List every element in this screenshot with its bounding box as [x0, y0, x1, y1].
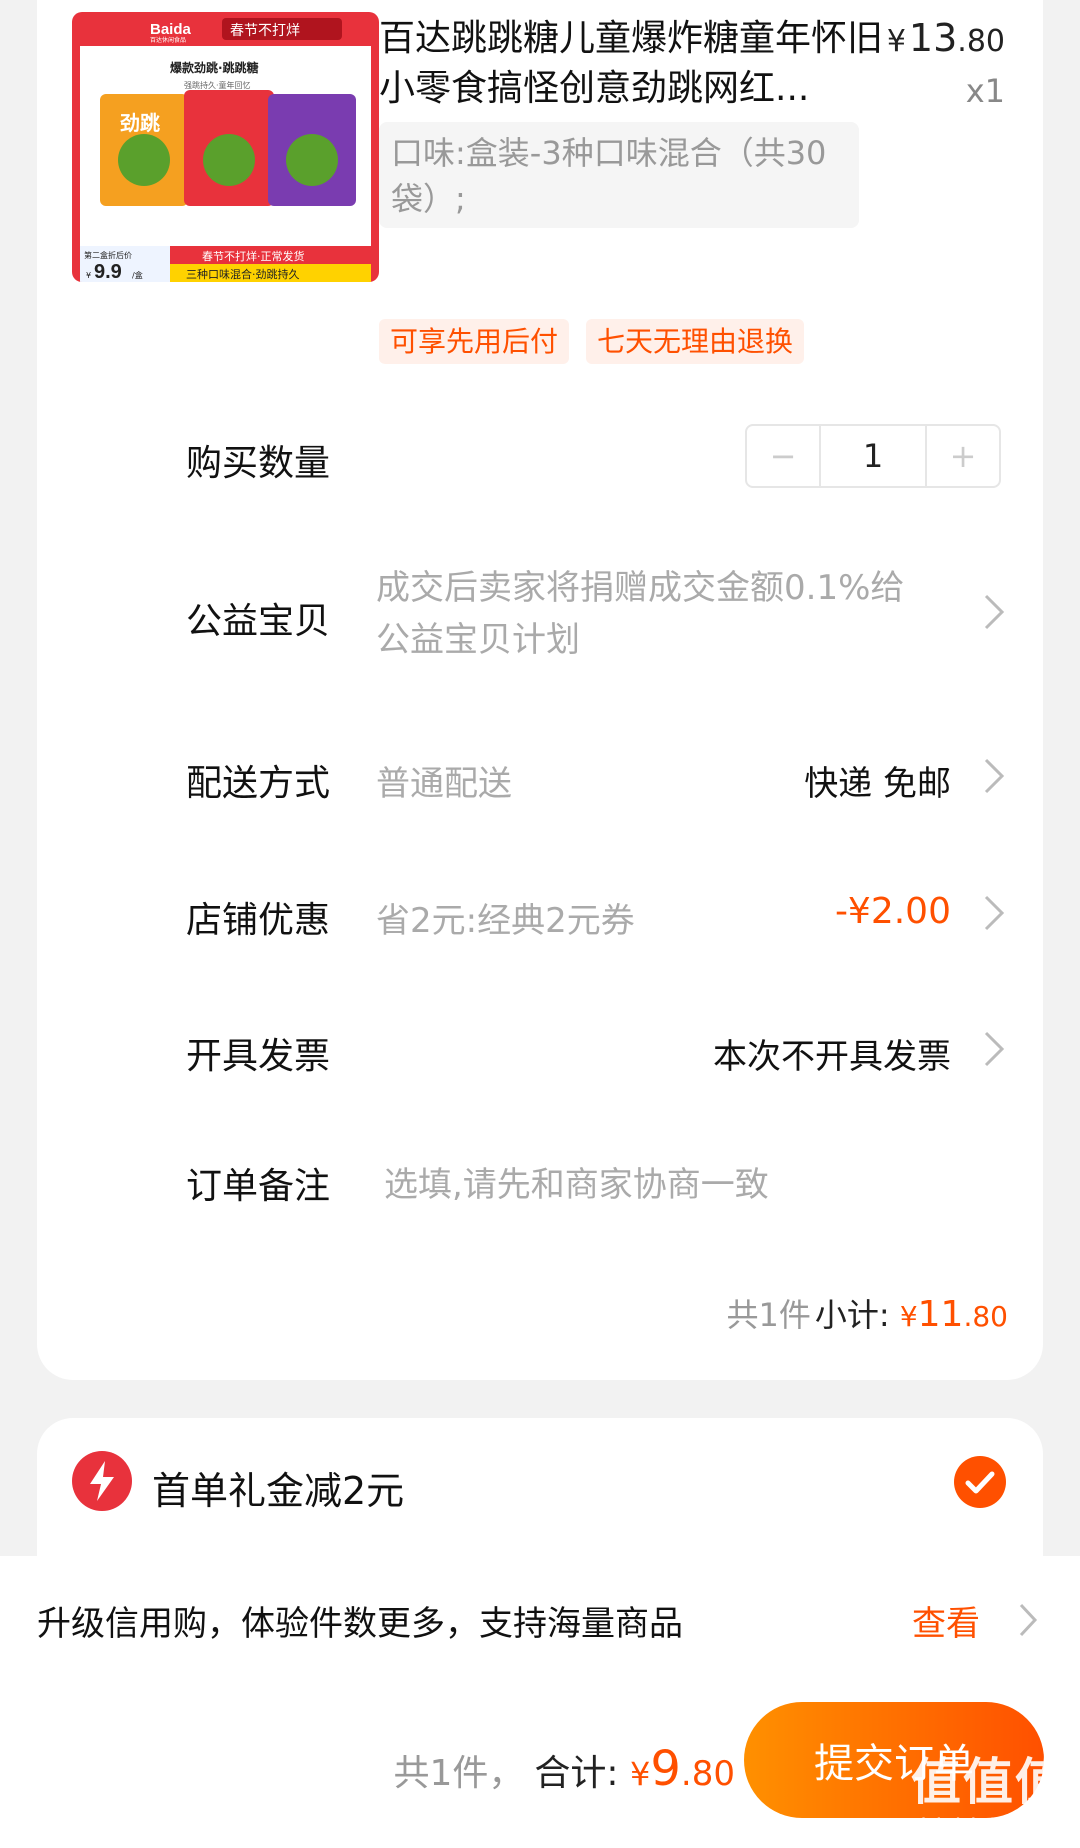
- svg-text:春节不打烊·正常发货: 春节不打烊·正常发货: [202, 249, 305, 263]
- credit-chevron-icon[interactable]: [1016, 1600, 1040, 1640]
- charity-chevron-icon[interactable]: [980, 590, 1008, 634]
- coupon-chevron-icon[interactable]: [980, 891, 1008, 935]
- note-label: 订单备注: [186, 1166, 331, 1207]
- product-price: ¥13.80: [886, 16, 1005, 60]
- svg-text:第二盒折后价: 第二盒折后价: [84, 250, 132, 260]
- shipping-label: 配送方式: [186, 763, 331, 804]
- svg-text:¥: ¥: [86, 271, 91, 280]
- svg-text:/盒: /盒: [132, 270, 143, 280]
- coupon-label: 店铺优惠: [186, 900, 331, 941]
- quantity-label: 购买数量: [186, 443, 331, 484]
- lightning-icon: [72, 1451, 132, 1511]
- watermark: 值值值 zhizhizhi.com: [907, 1753, 1070, 1842]
- mascot-label: 劲跳: [120, 111, 160, 135]
- order-total: 共1件， 合计: ¥9.80: [393, 1741, 735, 1797]
- badge-price: 9.9: [94, 261, 122, 282]
- check-icon[interactable]: [954, 1456, 1006, 1508]
- product-thumbnail[interactable]: Baida 百达休闲食品 春节不打烊 爆款劲跳·跳跳糖 强跳持久·童年回忆 劲跳…: [72, 12, 379, 282]
- credit-promo-text: 升级信用购，体验件数更多，支持海量商品: [37, 1604, 683, 1644]
- first-order-gift-card: 首单礼金减2元: [37, 1418, 1043, 1558]
- shipping-type: 普通配送: [376, 764, 512, 804]
- invoice-chevron-icon[interactable]: [980, 1027, 1008, 1071]
- svg-text:三种口味混合·劲跳持久: 三种口味混合·劲跳持久: [186, 267, 300, 281]
- gift-text: 首单礼金减2元: [152, 1469, 405, 1513]
- product-title[interactable]: 百达跳跳糖儿童爆炸糖童年怀旧小零食搞怪创意劲跳网红...: [379, 14, 899, 114]
- total-amount: ¥9.80: [630, 1741, 735, 1797]
- tag-seven-day-return: 七天无理由退换: [586, 319, 805, 364]
- invoice-value[interactable]: 本次不开具发票: [713, 1029, 951, 1078]
- coupon-description: 省2元:经典2元券: [376, 901, 635, 941]
- product-image: Baida 百达休闲食品 春节不打烊 爆款劲跳·跳跳糖 强跳持久·童年回忆 劲跳…: [72, 12, 379, 282]
- svg-text:百达休闲食品: 百达休闲食品: [150, 36, 186, 44]
- shipping-method[interactable]: 快递 免邮: [804, 756, 951, 805]
- svg-text:强跳持久·童年回忆: 强跳持久·童年回忆: [184, 80, 251, 90]
- coupon-amount[interactable]: -¥2.00: [835, 891, 951, 932]
- bottom-bar: 升级信用购，体验件数更多，支持海量商品 查看 共1件， 合计: ¥9.80 提交订…: [0, 1556, 1080, 1848]
- svg-text:爆款劲跳·跳跳糖: 爆款劲跳·跳跳糖: [170, 60, 259, 75]
- shipping-chevron-icon[interactable]: [980, 754, 1008, 798]
- tag-pay-later: 可享先用后付: [379, 319, 570, 364]
- subtotal-amount: ¥11.80: [899, 1294, 1008, 1335]
- product-sku[interactable]: 口味:盒装-3种口味混合（共30袋）;: [379, 122, 859, 228]
- order-note-input[interactable]: 选填,请先和商家协商一致: [384, 1157, 769, 1206]
- order-card: Baida 百达休闲食品 春节不打烊 爆款劲跳·跳跳糖 强跳持久·童年回忆 劲跳…: [37, 0, 1043, 1380]
- subtotal: 共1件 小计: ¥11.80: [726, 1294, 1008, 1335]
- quantity-stepper: − 1 +: [745, 424, 1001, 488]
- quantity-value[interactable]: 1: [819, 426, 927, 486]
- banner-text: 春节不打烊: [230, 22, 300, 39]
- increment-button[interactable]: +: [927, 426, 999, 486]
- invoice-label: 开具发票: [186, 1036, 331, 1077]
- decrement-button[interactable]: −: [747, 426, 819, 486]
- charity-value[interactable]: 成交后卖家将捐赠成交金额0.1%给公益宝贝计划: [376, 562, 936, 666]
- product-quantity: x1: [965, 72, 1005, 110]
- charity-label: 公益宝贝: [186, 601, 331, 642]
- credit-view-link[interactable]: 查看: [912, 1596, 980, 1645]
- brand-logo: Baida: [150, 21, 192, 38]
